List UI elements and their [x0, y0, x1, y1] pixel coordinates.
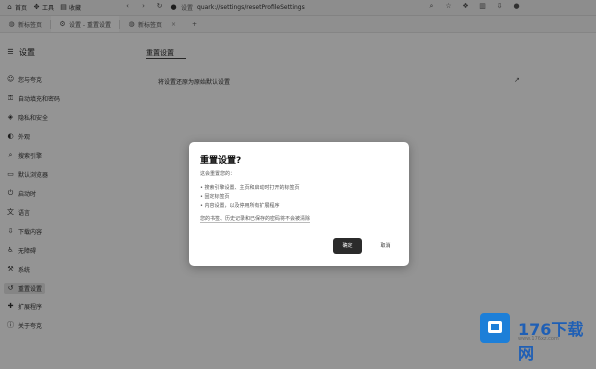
dialog-note: 您的书签、历史记录和已保存的密码将不会被清除 — [200, 216, 311, 223]
dialog-title: 重置设置? — [200, 156, 242, 166]
watermark-logo: 176下载网 www.176xz.com — [478, 310, 596, 369]
cancel-button[interactable]: 取消 — [371, 238, 400, 254]
watermark-url: www.176xz.com — [518, 336, 559, 342]
watermark-logo-icon — [480, 313, 510, 343]
confirm-button[interactable]: 确定 — [333, 238, 362, 254]
dialog-bullet-list: • 搜索引擎设置、主页和启动时打开的标签页 • 固定标签页 • 内容设置，以及停… — [200, 184, 300, 211]
dialog-bullet-text: 搜索引擎设置、主页和启动时打开的标签页 — [204, 185, 300, 191]
dialog-bullet-text: 内容设置，以及停用所有扩展程序 — [204, 203, 280, 209]
dialog-bullet: • 内容设置，以及停用所有扩展程序 — [200, 203, 280, 209]
dialog-bullet: • 固定标签页 — [200, 194, 230, 200]
watermark-logo-mark — [488, 321, 502, 333]
reset-settings-dialog: 重置设置? 这会重置您的： • 搜索引擎设置、主页和启动时打开的标签页 • 固定… — [189, 142, 409, 266]
dialog-subtitle: 这会重置您的： — [200, 171, 236, 177]
dialog-bullet-text: 固定标签页 — [204, 194, 230, 200]
dialog-bullet: • 搜索引擎设置、主页和启动时打开的标签页 — [200, 185, 300, 191]
